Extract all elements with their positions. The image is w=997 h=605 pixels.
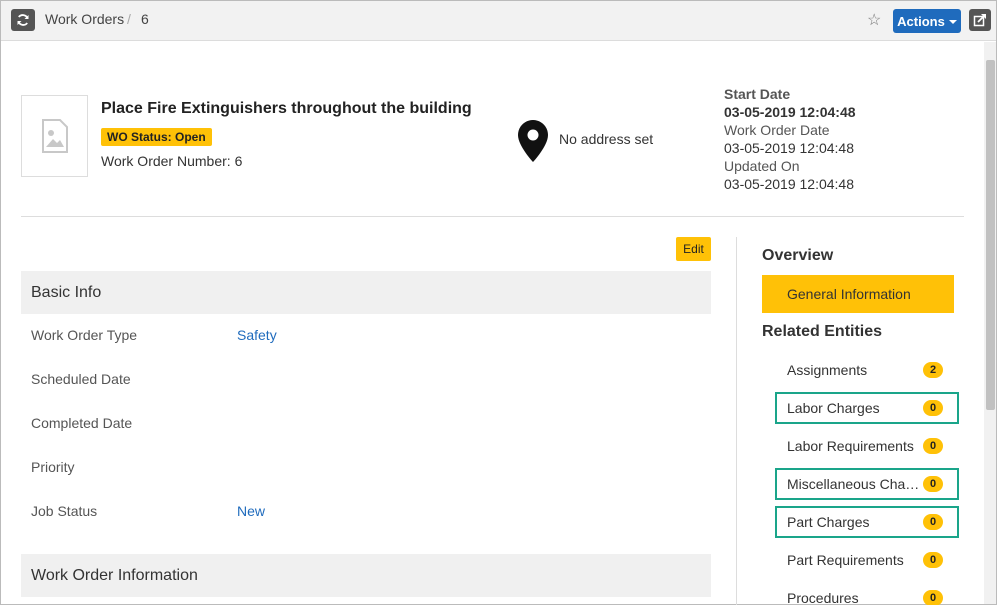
field-label-scheduled-date: Scheduled Date xyxy=(31,371,131,387)
count-badge: 0 xyxy=(923,514,943,530)
actions-button[interactable]: Actions xyxy=(893,9,961,33)
sidebar-item-procedures[interactable]: Procedures 0 xyxy=(775,582,959,605)
count-badge: 0 xyxy=(923,590,943,605)
sidebar-item-label: Miscellaneous Charges xyxy=(787,476,921,492)
sidebar-item-miscellaneous-charges[interactable]: Miscellaneous Charges 0 xyxy=(775,468,959,500)
status-badge: WO Status: Open xyxy=(101,128,212,146)
sidebar-item-label: Part Charges xyxy=(787,514,870,530)
work-order-date-label: Work Order Date xyxy=(724,122,830,138)
sidebar-item-label: Procedures xyxy=(787,590,859,605)
basic-info-heading: Basic Info xyxy=(21,271,711,314)
sidebar-item-part-requirements[interactable]: Part Requirements 0 xyxy=(775,544,959,576)
field-value-work-order-type[interactable]: Safety xyxy=(237,327,277,343)
work-order-information-heading: Work Order Information xyxy=(21,554,711,597)
sidebar-item-label: Part Requirements xyxy=(787,552,904,568)
work-order-number-label: Work Order Number: xyxy=(101,153,231,169)
actions-label: Actions xyxy=(897,13,945,29)
export-button[interactable] xyxy=(969,9,991,31)
sidebar-item-assignments[interactable]: Assignments 2 xyxy=(775,354,959,386)
field-label-work-order-type: Work Order Type xyxy=(31,327,138,343)
top-bar: Work Orders / 6 ☆ Actions xyxy=(1,1,996,41)
breadcrumb-separator: / xyxy=(127,11,131,27)
work-order-image-placeholder[interactable] xyxy=(21,95,88,177)
work-order-date-value: 03-05-2019 12:04:48 xyxy=(724,140,854,156)
field-label-priority: Priority xyxy=(31,459,75,475)
field-value-job-status[interactable]: New xyxy=(237,503,265,519)
share-icon xyxy=(973,14,986,27)
image-icon xyxy=(41,119,68,153)
refresh-button[interactable] xyxy=(11,9,35,31)
start-date-value: 03-05-2019 12:04:48 xyxy=(724,104,856,120)
count-badge: 0 xyxy=(923,400,943,416)
sidebar-item-label: Assignments xyxy=(787,362,868,378)
updated-on-value: 03-05-2019 12:04:48 xyxy=(724,176,854,192)
dates-panel: Start Date 03-05-2019 12:04:48 Work Orde… xyxy=(724,85,856,193)
count-badge: 0 xyxy=(923,476,943,492)
caret-down-icon xyxy=(948,19,957,24)
breadcrumb-current: 6 xyxy=(141,11,149,27)
scrollbar-thumb[interactable] xyxy=(986,60,995,410)
work-order-number: Work Order Number: 6 xyxy=(101,153,242,169)
count-badge: 2 xyxy=(923,362,943,378)
header-divider xyxy=(21,216,964,217)
count-badge: 0 xyxy=(923,438,943,454)
field-label-completed-date: Completed Date xyxy=(31,415,133,431)
sidebar-item-part-charges[interactable]: Part Charges 0 xyxy=(775,506,959,538)
sidebar-item-label: Labor Requirements xyxy=(787,438,914,454)
sidebar-item-labor-requirements[interactable]: Labor Requirements 0 xyxy=(775,430,959,462)
updated-on-label: Updated On xyxy=(724,158,800,174)
sidebar-item-labor-charges[interactable]: Labor Charges 0 xyxy=(775,392,959,424)
related-entities-heading: Related Entities xyxy=(762,323,883,340)
scrollbar[interactable] xyxy=(984,42,996,604)
overview-heading: Overview xyxy=(762,247,834,264)
star-icon[interactable]: ☆ xyxy=(867,10,881,30)
breadcrumb-work-orders[interactable]: Work Orders xyxy=(45,11,124,27)
start-date-label: Start Date xyxy=(724,86,791,102)
edit-button[interactable]: Edit xyxy=(676,237,711,261)
map-pin-icon xyxy=(518,120,548,162)
sidebar-item-label: Labor Charges xyxy=(787,400,880,416)
field-label-job-status: Job Status xyxy=(31,503,98,519)
address-text: No address set xyxy=(559,131,654,147)
sidebar-item-general-information[interactable]: General Information xyxy=(762,275,954,313)
work-order-number-value: 6 xyxy=(234,153,243,169)
sidebar-divider xyxy=(736,237,737,605)
page-title: Place Fire Extinguishers throughout the … xyxy=(101,100,472,117)
refresh-icon xyxy=(17,14,29,26)
count-badge: 0 xyxy=(923,552,943,568)
